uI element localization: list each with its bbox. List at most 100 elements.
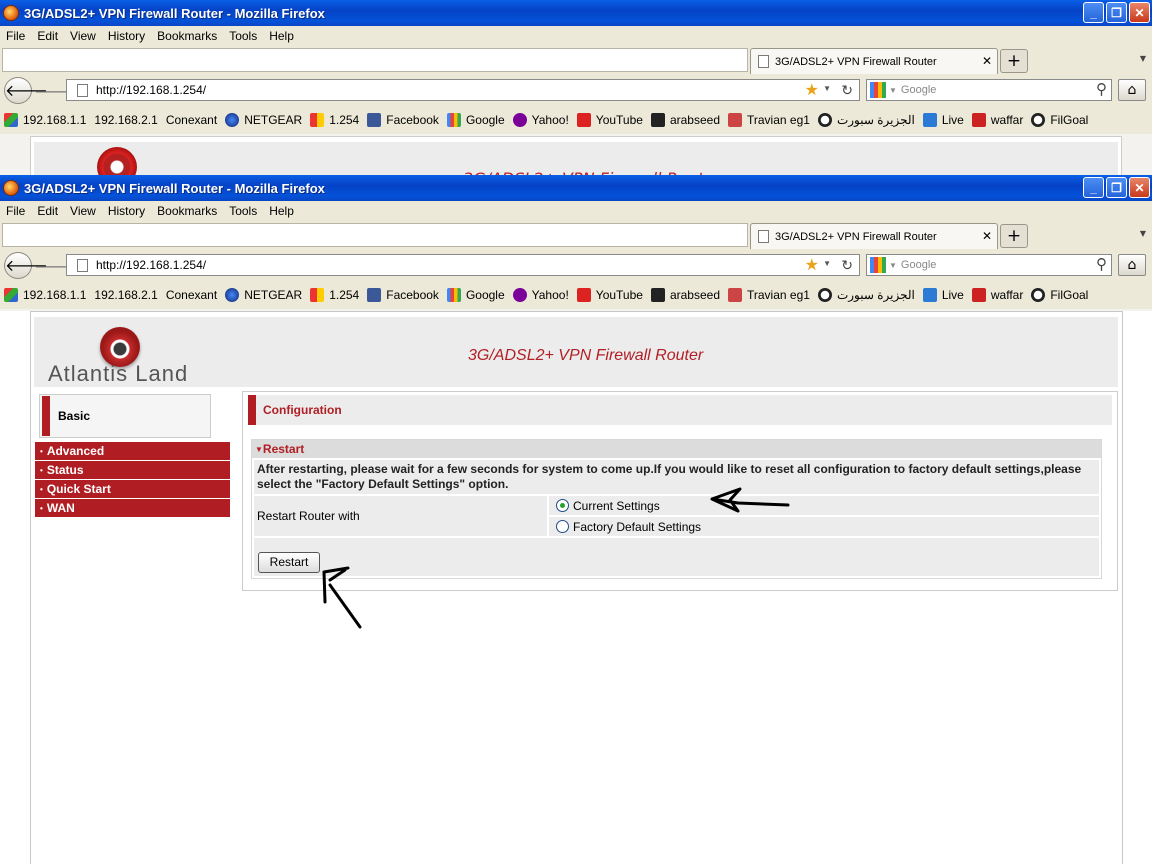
- bookmark-item[interactable]: Conexant: [166, 288, 217, 302]
- back-button[interactable]: 🡐: [4, 77, 48, 104]
- sidebar-item-advanced[interactable]: • Advanced: [35, 442, 230, 460]
- bookmark-item[interactable]: Yahoo!: [512, 113, 569, 127]
- home-button[interactable]: ⌂: [1118, 79, 1146, 101]
- bookmark-item[interactable]: Google: [446, 113, 505, 127]
- search-placeholder: Google: [900, 259, 937, 271]
- bookmark-item[interactable]: 192.168.2.1: [94, 113, 157, 127]
- bookmark-item[interactable]: Facebook: [367, 113, 439, 127]
- minimize-button[interactable]: _: [1083, 177, 1104, 198]
- search-icon[interactable]: ⚲: [1096, 255, 1107, 273]
- search-input[interactable]: ▼ Google ⚲: [866, 254, 1112, 276]
- option-current-settings[interactable]: Current Settings: [549, 496, 1099, 515]
- netgear-icon: [225, 288, 240, 302]
- url-dropdown-icon[interactable]: ▼: [823, 84, 831, 93]
- search-input[interactable]: ▼ Google ⚲: [866, 79, 1112, 101]
- close-tab-icon[interactable]: ✕: [982, 229, 992, 243]
- sidebar-item-status[interactable]: • Status: [35, 461, 230, 479]
- bookmark-item[interactable]: NETGEAR: [225, 288, 302, 302]
- bookmark-item[interactable]: waffar: [971, 288, 1023, 302]
- sidebar-item-basic[interactable]: Basic: [39, 394, 211, 438]
- travian-icon: [728, 288, 742, 302]
- menu-help[interactable]: Help: [263, 29, 300, 43]
- tab-strip-blank: [2, 48, 748, 72]
- tab-router[interactable]: 3G/ADSL2+ VPN Firewall Router ✕: [750, 223, 998, 249]
- close-tab-icon[interactable]: ✕: [982, 54, 992, 68]
- bookmark-item[interactable]: Travian eg1: [728, 288, 810, 302]
- bookmark-item[interactable]: 1.254: [310, 113, 359, 127]
- url-dropdown-icon[interactable]: ▼: [823, 259, 831, 268]
- bookmark-item[interactable]: YouTube: [576, 288, 643, 302]
- maximize-button[interactable]: ❐: [1106, 177, 1127, 198]
- bookmark-item[interactable]: waffar: [971, 113, 1023, 127]
- bookmark-item[interactable]: Google: [446, 288, 505, 302]
- bookmark-item[interactable]: FilGoal: [1031, 288, 1088, 302]
- background-page-fragment: 3G/ADSL2+ VPN Firewall Router: [30, 136, 1122, 188]
- back-button[interactable]: 🡐: [4, 252, 48, 279]
- menu-file[interactable]: File: [0, 29, 31, 43]
- current-settings-radio[interactable]: [556, 499, 569, 512]
- restart-button[interactable]: Restart: [258, 552, 320, 573]
- bookmark-item[interactable]: arabseed: [650, 113, 720, 127]
- menu-file[interactable]: File: [0, 204, 31, 218]
- bookmark-item[interactable]: Conexant: [166, 113, 217, 127]
- menu-tools[interactable]: Tools: [223, 29, 263, 43]
- tab-list-icon[interactable]: ▼: [1140, 229, 1146, 238]
- reload-icon[interactable]: ↻: [841, 82, 853, 99]
- tab-label: 3G/ADSL2+ VPN Firewall Router: [775, 55, 937, 68]
- maximize-button[interactable]: ❐: [1106, 2, 1127, 23]
- menu-edit[interactable]: Edit: [31, 29, 64, 43]
- section-indicator: [248, 395, 256, 425]
- url-bar[interactable]: http://192.168.1.254/ ★ ▼ ↻: [66, 254, 860, 276]
- factory-default-radio[interactable]: [556, 520, 569, 533]
- option-factory-default[interactable]: Factory Default Settings: [549, 517, 1099, 536]
- tab-list-icon[interactable]: ▼: [1140, 54, 1146, 63]
- close-button[interactable]: ✕: [1129, 177, 1150, 198]
- tab-strip: 3G/ADSL2+ VPN Firewall Router ✕ + ▼: [0, 221, 1152, 249]
- menu-history[interactable]: History: [102, 204, 151, 218]
- menu-bookmarks[interactable]: Bookmarks: [151, 29, 223, 43]
- bookmark-item[interactable]: NETGEAR: [225, 113, 302, 127]
- url-text: http://192.168.1.254/: [96, 258, 207, 272]
- bookmark-item[interactable]: Live: [922, 288, 964, 302]
- reload-icon[interactable]: ↻: [841, 257, 853, 274]
- menu-edit[interactable]: Edit: [31, 204, 64, 218]
- restart-heading[interactable]: ▼Restart: [252, 440, 1101, 458]
- bookmark-item[interactable]: Travian eg1: [728, 113, 810, 127]
- menu-history[interactable]: History: [102, 29, 151, 43]
- close-button[interactable]: ✕: [1129, 2, 1150, 23]
- bookmark-item[interactable]: 192.168.1.1: [4, 288, 86, 302]
- sidebar-item-quick-start[interactable]: • Quick Start: [35, 480, 230, 498]
- menu-view[interactable]: View: [64, 29, 102, 43]
- bookmark-item[interactable]: YouTube: [576, 113, 643, 127]
- page-icon: [758, 230, 769, 243]
- bookmark-item[interactable]: 192.168.2.1: [94, 288, 157, 302]
- new-tab-button[interactable]: +: [1000, 224, 1028, 248]
- bookmark-item[interactable]: الجزيرة سبورت: [817, 288, 915, 302]
- bookmark-item[interactable]: Live: [922, 113, 964, 127]
- home-button[interactable]: ⌂: [1118, 254, 1146, 276]
- bookmark-item[interactable]: 1.254: [310, 288, 359, 302]
- url-bar[interactable]: http://192.168.1.254/ ★ ▼ ↻: [66, 79, 860, 101]
- bookmark-star-icon[interactable]: ★: [805, 255, 819, 275]
- minimize-button[interactable]: _: [1083, 2, 1104, 23]
- menu-tools[interactable]: Tools: [223, 204, 263, 218]
- bookmark-item[interactable]: FilGoal: [1031, 113, 1088, 127]
- tab-router[interactable]: 3G/ADSL2+ VPN Firewall Router ✕: [750, 48, 998, 74]
- sidebar-item-wan[interactable]: • WAN: [35, 499, 230, 517]
- bookmark-item[interactable]: الجزيرة سبورت: [817, 113, 915, 127]
- new-tab-button[interactable]: +: [1000, 49, 1028, 73]
- bookmark-item[interactable]: arabseed: [650, 288, 720, 302]
- bookmark-item[interactable]: Facebook: [367, 288, 439, 302]
- bookmark-icon: [4, 288, 18, 302]
- bookmark-item[interactable]: 192.168.1.1: [4, 113, 86, 127]
- google-icon: [446, 113, 461, 127]
- bookmark-item[interactable]: Yahoo!: [512, 288, 569, 302]
- search-icon[interactable]: ⚲: [1096, 80, 1107, 98]
- bookmark-icon: [310, 288, 325, 302]
- menu-view[interactable]: View: [64, 204, 102, 218]
- menu-help[interactable]: Help: [263, 204, 300, 218]
- menu-bookmarks[interactable]: Bookmarks: [151, 204, 223, 218]
- bookmark-star-icon[interactable]: ★: [805, 80, 819, 100]
- menu-bar: File Edit View History Bookmarks Tools H…: [0, 26, 1152, 46]
- bullet-icon: •: [40, 484, 43, 494]
